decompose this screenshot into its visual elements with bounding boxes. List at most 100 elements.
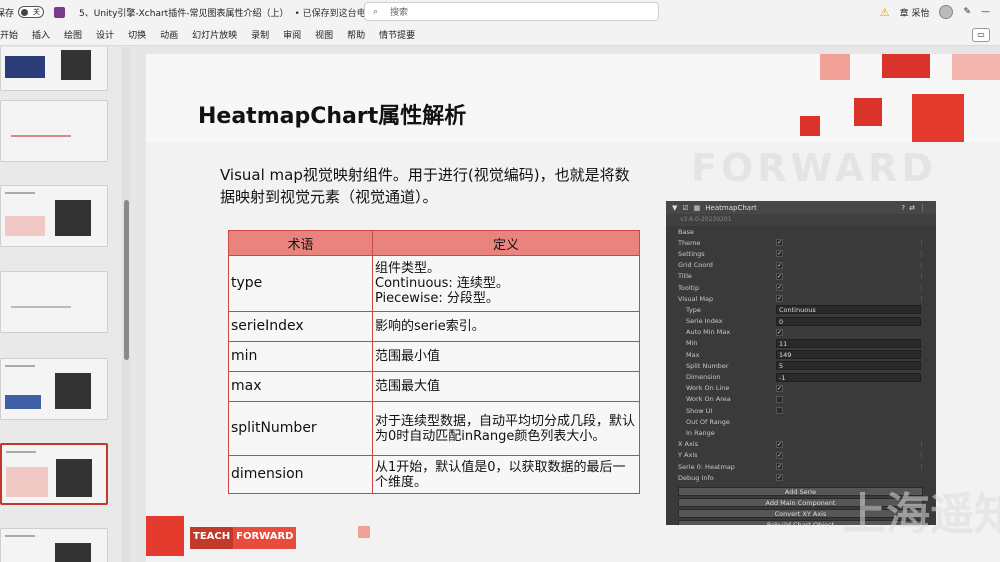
slide-thumbnail[interactable] [0,185,108,247]
inspector-row-label: Auto Min Max [686,328,731,337]
tab-draw[interactable]: 绘图 [57,28,89,41]
tab-view[interactable]: 视图 [308,28,340,41]
tab-design[interactable]: 设计 [89,28,121,41]
inspector-row[interactable]: Tooltip ✓ ⋮ [666,282,936,293]
term-cell: max [228,371,373,402]
tab-animations[interactable]: 动画 [153,28,185,41]
inspector-value-field[interactable]: 0 [776,316,921,326]
row-menu-icon[interactable]: ⋮ [918,451,925,459]
row-menu-icon[interactable]: ⋮ [918,261,925,269]
tab-slideshow[interactable]: 幻灯片放映 [185,28,244,41]
inspector-row[interactable]: Auto Min Max ✓ [666,327,936,338]
inspector-checkbox[interactable]: ✓ [776,239,783,247]
table-row: min 范围最小值 [228,341,640,372]
row-menu-icon[interactable]: ⋮ [918,463,925,471]
header-icons[interactable]: ?⇄⋮ [901,204,930,212]
tab-insert[interactable]: 插入 [25,28,57,41]
search-placeholder: 搜索 [390,8,409,18]
inspector-value-field[interactable]: Continuous [776,305,921,315]
inspector-checkbox[interactable]: ✓ [776,250,783,258]
warning-icon[interactable]: ⚠ [880,6,890,19]
inspector-checkbox[interactable] [776,407,783,415]
inspector-row[interactable]: Min 11 [666,338,936,349]
save-icon[interactable] [54,6,66,18]
slide-thumbnail[interactable] [0,47,108,91]
autosave-state: 关 [33,8,41,16]
tab-storyboard[interactable]: 情节提要 [372,28,422,41]
tab-home[interactable]: 开始 [0,28,25,41]
tab-review[interactable]: 审阅 [276,28,308,41]
inspector-row[interactable]: Y Axis ✓ ⋮ [666,450,936,461]
inspector-row[interactable]: Split Number 5 [666,360,936,371]
inspector-row[interactable]: Serie Index 0 [666,316,936,327]
slide-thumbnail[interactable] [0,271,108,333]
user-name[interactable]: 章 采怡 [900,6,930,19]
inspector-row[interactable]: Theme ✓ ⋮ [666,237,936,248]
slide-thumbnail-current[interactable] [0,443,108,505]
inspector-row[interactable]: Base [666,226,936,237]
thumbnail-scroll-thumb[interactable] [124,200,129,360]
row-menu-icon[interactable]: ⋮ [918,284,925,292]
inspector-rows: Base Theme ✓ ⋮ Settings ✓ ⋮ Grid Coord ✓ ⋮ Title ✓ ⋮… [666,226,936,483]
tab-transitions[interactable]: 切换 [121,28,153,41]
inspector-row[interactable]: Work On Area [666,394,936,405]
inspector-checkbox[interactable]: ✓ [776,463,783,471]
decor-square [882,54,930,78]
inspector-header: ▼ ☑ ▦ HeatmapChart ?⇄⋮ [666,201,936,214]
inspector-row[interactable]: Dimension -1 [666,371,936,382]
inspector-checkbox[interactable]: ✓ [776,261,783,269]
inspector-checkbox[interactable]: ✓ [776,384,783,392]
inspector-row[interactable]: Max 149 [666,349,936,360]
search-input[interactable]: ⌕ 搜索 [364,2,659,21]
enable-checkbox[interactable]: ☑ [682,204,688,212]
inspector-row[interactable]: Show UI [666,405,936,416]
slide-thumbnail[interactable] [0,100,108,162]
inspector-row[interactable]: In Range [666,427,936,438]
table-header-row: 术语 定义 [228,230,640,256]
inspector-checkbox[interactable] [776,395,783,403]
tab-help[interactable]: 帮助 [340,28,372,41]
inspector-row[interactable]: Visual Map ✓ ⋮ [666,293,936,304]
row-menu-icon[interactable]: ⋮ [918,272,925,280]
row-menu-icon[interactable]: ⋮ [918,295,925,303]
inspector-checkbox[interactable]: ✓ [776,451,783,459]
inspector-row[interactable]: Grid Coord ✓ ⋮ [666,260,936,271]
term-cell: min [228,341,373,372]
slide-thumbnail[interactable] [0,528,108,562]
inspector-value-field[interactable]: 5 [776,361,921,371]
row-menu-icon[interactable]: ⋮ [918,239,925,247]
minimize-icon[interactable]: — [981,7,990,17]
autosave-toggle[interactable]: 关 [18,6,45,18]
inspector-checkbox[interactable]: ✓ [776,272,783,280]
slide-thumbnail[interactable] [0,358,108,420]
avatar[interactable] [939,5,954,19]
slide-thumbnails [0,47,122,562]
unity-inspector[interactable]: ▼ ☑ ▦ HeatmapChart ?⇄⋮ v3.6.0-20230201 B… [666,201,936,525]
decor-square [820,54,850,80]
inspector-checkbox[interactable]: ✓ [776,295,783,303]
pen-icon[interactable]: ✎ [963,7,971,17]
inspector-row-label: Settings [678,249,705,258]
slide-title: HeatmapChart属性解析 [198,104,467,129]
inspector-row[interactable]: X Axis ✓ ⋮ [666,439,936,450]
inspector-value-field[interactable]: -1 [776,372,921,382]
inspector-row[interactable]: Settings ✓ ⋮ [666,248,936,259]
inspector-checkbox[interactable]: ✓ [776,284,783,292]
inspector-checkbox[interactable]: ✓ [776,474,783,482]
inspector-value-field[interactable]: 149 [776,350,921,360]
row-menu-icon[interactable]: ⋮ [918,250,925,258]
inspector-checkbox[interactable]: ✓ [776,440,783,448]
inspector-row[interactable]: Work On Line ✓ [666,383,936,394]
foldout-icon[interactable]: ▼ [672,204,677,212]
inspector-row[interactable]: Title ✓ ⋮ [666,271,936,282]
inspector-row[interactable]: Serie 0: Heatmap ✓ ⋮ [666,461,936,472]
inspector-row[interactable]: Out Of Range [666,416,936,427]
comments-button[interactable]: ▭ [972,28,990,42]
tab-record[interactable]: 录制 [244,28,276,41]
row-menu-icon[interactable]: ⋮ [918,440,925,448]
inspector-value-field[interactable]: 11 [776,338,921,348]
inspector-checkbox[interactable]: ✓ [776,328,783,336]
autosave: 自动保存 关 [0,6,45,19]
inspector-row[interactable]: Type Continuous [666,304,936,315]
search-icon: ⌕ [373,6,379,17]
